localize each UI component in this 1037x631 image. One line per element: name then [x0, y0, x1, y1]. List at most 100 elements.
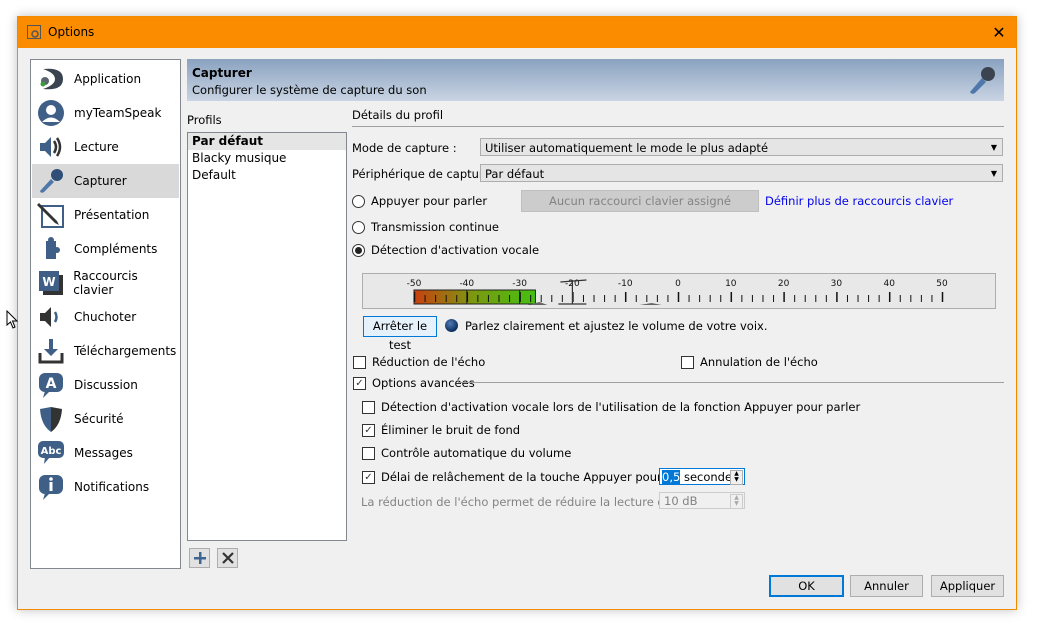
capture-mode-label: Mode de capture : — [352, 141, 457, 155]
stop-test-button[interactable]: Arrêter le test — [363, 316, 437, 352]
profile-item[interactable]: Par défaut — [188, 133, 346, 150]
radio-button[interactable] — [352, 243, 365, 257]
define-hotkeys-link[interactable]: Définir plus de raccourcis clavier — [765, 194, 953, 208]
meter-tick-label: 30 — [831, 279, 843, 289]
echo-playback-spinbox: 10 dB ▲ ▼ — [659, 492, 745, 509]
ok-button[interactable]: OK — [769, 575, 844, 597]
capture-mode-select[interactable]: Utiliser automatiquement le mode le plus… — [480, 138, 1003, 156]
sidebar-item-label: Capturer — [74, 174, 127, 188]
page-subtitle: Configurer le système de capture du son — [192, 83, 427, 97]
download-icon — [36, 336, 66, 366]
user-avatar-icon — [36, 98, 66, 128]
remove-icon — [221, 552, 234, 564]
page-header: Capturer Configurer le système de captur… — [187, 59, 1004, 101]
capture-device-value: Par défaut — [485, 167, 545, 181]
checkbox-label: Réduction de l'écho — [372, 355, 486, 369]
meter-tick-label: 50 — [936, 279, 948, 289]
window-title: Options — [48, 25, 95, 39]
auto-volume-checkbox[interactable]: Contrôle automatique du volume — [362, 446, 571, 460]
capture-device-select[interactable]: Par défaut ▼ — [480, 164, 1003, 182]
abc-message-icon: Abc — [36, 438, 66, 468]
meter-tick-label: -30 — [512, 279, 527, 289]
remove-profile-button[interactable] — [217, 548, 238, 568]
hotkey-button[interactable]: Aucun raccourci clavier assigné — [521, 190, 759, 212]
sidebar-item-presentation[interactable]: Présentation — [32, 198, 179, 232]
radio-button[interactable] — [352, 194, 365, 208]
close-icon: ✕ — [992, 23, 1006, 42]
spin-arrows-icon: ▲ ▼ — [730, 494, 743, 509]
profile-item[interactable]: Blacky musique — [188, 150, 346, 167]
checkbox[interactable] — [362, 400, 375, 414]
voice-activation-meter[interactable]: -50 -40 -30 -20 -10 0 10 20 30 40 50 — [362, 273, 996, 309]
options-dialog: Options ✕ Application myTeamSpeak Lecture C… — [17, 16, 1017, 610]
ptt-delay-spinbox[interactable]: 0,5 secondes ▲ ▼ — [659, 468, 745, 485]
sidebar-item-label: Compléments — [74, 242, 158, 256]
whisper-speaker-icon — [36, 302, 66, 332]
spin-arrows-icon[interactable]: ▲ ▼ — [730, 470, 743, 485]
sidebar-item-label: myTeamSpeak — [74, 106, 162, 120]
add-profile-button[interactable] — [189, 548, 210, 568]
radio-continuous[interactable]: Transmission continue — [352, 220, 499, 234]
sidebar-item-application[interactable]: Application — [32, 62, 179, 96]
meter-tick-label: -40 — [459, 279, 474, 289]
sidebar-item-complements[interactable]: Compléments — [32, 232, 179, 266]
sidebar-item-raccourcis-clavier[interactable]: W Raccourcis clavier — [32, 266, 179, 300]
sidebar-item-label: Téléchargements — [74, 344, 177, 358]
shield-icon — [36, 404, 66, 434]
echo-cancellation-checkbox[interactable]: Annulation de l'écho — [681, 355, 818, 369]
profiles-list[interactable]: Par défaut Blacky musique Default — [187, 132, 347, 541]
sidebar-item-label: Discussion — [74, 378, 138, 392]
status-text: Parlez clairement et ajustez le volume d… — [465, 319, 768, 333]
sidebar-item-notifications[interactable]: Notifications — [32, 470, 179, 504]
vad-with-ptt-checkbox[interactable]: Détection d'activation vocale lors de l'… — [362, 400, 860, 414]
checkbox-label: Éliminer le bruit de fond — [381, 423, 521, 437]
checkbox[interactable]: ✓ — [362, 470, 375, 484]
close-button[interactable]: ✕ — [982, 17, 1016, 48]
profiles-label: Profils — [187, 113, 222, 127]
title-bar: Options ✕ — [18, 17, 1016, 48]
checkbox[interactable]: ✓ — [353, 376, 366, 390]
echo-reduction-checkbox[interactable]: Réduction de l'écho — [353, 355, 485, 369]
sidebar-item-telechargements[interactable]: Téléchargements — [32, 334, 179, 368]
svg-text:W: W — [42, 275, 55, 289]
teamspeak-logo-icon — [36, 64, 66, 94]
sidebar-item-messages[interactable]: Abc Messages — [32, 436, 179, 470]
profile-item[interactable]: Default — [188, 167, 346, 184]
sidebar-item-myteamspeak[interactable]: myTeamSpeak — [32, 96, 179, 130]
sidebar-item-discussion[interactable]: A Discussion — [32, 368, 179, 402]
sidebar-item-label: Raccourcis clavier — [73, 269, 138, 297]
checkbox-label: Détection d'activation vocale lors de l'… — [381, 400, 861, 414]
puzzle-icon — [36, 234, 66, 264]
checkbox-label: Contrôle automatique du volume — [381, 446, 572, 460]
sidebar-item-label: Sécurité — [74, 412, 124, 426]
sidebar-item-lecture[interactable]: Lecture — [32, 130, 179, 164]
meter-tick-label: 20 — [778, 279, 790, 289]
cancel-button[interactable]: Annuler — [850, 575, 923, 597]
ptt-delay-checkbox[interactable]: ✓ Délai de relâchement de la touche Appu… — [362, 470, 707, 484]
capture-device-label: Périphérique de capture : — [352, 167, 499, 181]
meter-tick-label: 0 — [675, 279, 681, 289]
sidebar-item-capturer[interactable]: Capturer — [32, 164, 179, 198]
profile-details-label: Détails du profil — [352, 108, 444, 122]
microphone-icon — [36, 166, 66, 196]
apply-button[interactable]: Appliquer — [931, 575, 1004, 597]
radio-push-to-talk[interactable]: Appuyer pour parler — [352, 194, 487, 208]
radio-button[interactable] — [352, 220, 365, 234]
page-title: Capturer — [192, 66, 252, 80]
radio-label: Appuyer pour parler — [371, 194, 488, 208]
sidebar-item-label: Notifications — [74, 480, 150, 494]
checkbox[interactable]: ✓ — [362, 423, 375, 437]
checkbox[interactable] — [362, 446, 375, 460]
checkbox[interactable] — [353, 355, 366, 369]
level-bar — [413, 289, 536, 305]
sidebar-item-label: Présentation — [74, 208, 150, 222]
advanced-options-checkbox[interactable]: ✓ Options avancées — [353, 376, 475, 390]
sidebar-item-chuchoter[interactable]: Chuchoter — [32, 300, 179, 334]
meter-tick-label: 40 — [883, 279, 895, 289]
sidebar-item-securite[interactable]: Sécurité — [32, 402, 179, 436]
sidebar-item-label: Application — [74, 72, 142, 86]
chevron-down-icon: ▼ — [990, 143, 997, 152]
radio-voice-activation[interactable]: Détection d'activation vocale — [352, 243, 539, 257]
checkbox[interactable] — [681, 355, 694, 369]
noise-suppression-checkbox[interactable]: ✓ Éliminer le bruit de fond — [362, 423, 520, 437]
